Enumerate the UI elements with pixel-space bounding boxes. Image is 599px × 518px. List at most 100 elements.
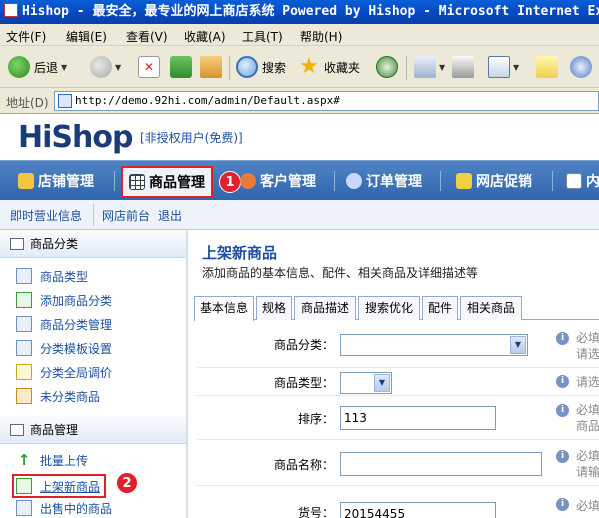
edit-icon <box>16 316 32 332</box>
ie-page-icon <box>4 3 18 17</box>
info-icon: i <box>556 375 569 388</box>
menu-help[interactable]: 帮助(H) <box>300 28 342 45</box>
messenger-icon <box>570 56 592 78</box>
tab-seo[interactable]: 搜索优化 <box>358 296 420 320</box>
menu-view[interactable]: 查看(V) <box>126 28 168 45</box>
tree-icon <box>10 423 24 436</box>
home-button[interactable] <box>200 55 222 79</box>
chevron-down-icon[interactable]: ▼ <box>439 63 445 72</box>
nav-separator <box>334 171 335 191</box>
type-label: 商品类型： <box>273 376 334 390</box>
toolbar-separator <box>406 56 407 80</box>
callout-badge-2: 2 <box>116 472 138 494</box>
form-row-type: 商品类型： ▼ i 请选 <box>196 368 599 396</box>
chevron-down-icon: ▼ <box>374 374 390 392</box>
store-icon <box>18 173 34 189</box>
form-row-name: 商品名称： i 必填 请输 <box>196 440 599 486</box>
sort-label: 排序： <box>297 412 334 426</box>
history-icon <box>376 56 398 78</box>
nav-promotions[interactable]: 网店促销 <box>456 161 532 201</box>
form-row-category: 商品分类： ▼ i 必填 请选 <box>196 322 599 368</box>
sidebar-item-category-management[interactable]: 商品分类管理 <box>16 314 112 334</box>
address-input[interactable]: http://demo.92hi.com/admin/Default.aspx# <box>54 91 599 111</box>
page-title: 上架新商品 <box>202 244 278 262</box>
sidebar-item-add-product[interactable]: 上架新商品 <box>12 474 107 498</box>
edit-button[interactable]: ▼ <box>488 55 519 79</box>
sidebar-item-add-category[interactable]: 添加商品分类 <box>16 290 112 310</box>
category-select[interactable]: ▼ <box>340 334 528 356</box>
back-button[interactable]: 后退 ▼ <box>8 55 67 79</box>
link-logout[interactable]: 退出 <box>158 207 182 224</box>
chevron-down-icon: ▼ <box>510 336 526 354</box>
product-list-icon <box>16 500 32 516</box>
refresh-button[interactable] <box>170 55 192 79</box>
menu-edit[interactable]: 编辑(E) <box>66 28 107 45</box>
nav-customer-management[interactable]: 客户管理 <box>240 161 316 201</box>
code-label: 货号： <box>297 506 334 518</box>
sidebar-item-global-pricing[interactable]: 分类全局调价 <box>16 362 112 382</box>
menu-file[interactable]: 文件(F) <box>6 28 46 45</box>
print-button[interactable] <box>452 55 474 79</box>
chevron-down-icon[interactable]: ▼ <box>513 63 519 72</box>
sidebar-item-on-sale[interactable]: 出售中的商品 <box>16 498 112 518</box>
tab-description[interactable]: 商品描述 <box>294 296 356 320</box>
favorites-button[interactable]: ★ 收藏夹 <box>298 55 360 79</box>
tab-specs[interactable]: 规格 <box>256 296 292 320</box>
up-arrow-icon: ↑ <box>17 451 31 469</box>
tab-accessories[interactable]: 配件 <box>422 296 458 320</box>
sort-input[interactable]: 113 <box>340 406 496 430</box>
sidebar-item-category-template[interactable]: 分类模板设置 <box>16 338 112 358</box>
sidebar-item-uncategorized[interactable]: 未分类商品 <box>16 386 100 406</box>
link-storefront[interactable]: 网店前台 <box>102 207 150 224</box>
nav-content[interactable]: 内 <box>566 161 599 201</box>
tab-related[interactable]: 相关商品 <box>460 296 522 320</box>
sidebar-item-bulk-upload[interactable]: ↑ 批量上传 <box>16 450 88 470</box>
menu-favorites[interactable]: 收藏(A) <box>184 28 226 45</box>
tab-basic-info[interactable]: 基本信息 <box>194 296 254 321</box>
address-url: http://demo.92hi.com/admin/Default.aspx# <box>75 94 340 107</box>
type-select[interactable]: ▼ <box>340 372 392 394</box>
callout-badge-1: 1 <box>219 171 241 193</box>
product-name-input[interactable] <box>340 452 542 476</box>
user-status: [非授权用户(免费)] <box>140 131 243 145</box>
subnav-separator <box>93 204 94 226</box>
product-code-input[interactable]: 20154455 <box>340 502 496 518</box>
box-icon <box>16 388 32 404</box>
form-row-code: 货号： 20154455 i 必填 <box>196 486 599 518</box>
discuss-button[interactable] <box>536 55 558 79</box>
refresh-icon <box>170 56 192 78</box>
page-description: 添加商品的基本信息、配件、相关商品及详细描述等 <box>202 266 479 280</box>
star-icon: ★ <box>299 54 319 79</box>
info-icon: i <box>556 498 569 511</box>
stop-button[interactable]: ✕ <box>138 55 160 79</box>
nav-order-management[interactable]: 订单管理 <box>346 161 422 201</box>
nav-product-management[interactable]: 商品管理 <box>121 166 213 198</box>
history-button[interactable] <box>376 55 398 79</box>
main-nav: 店铺管理 商品管理 1 客户管理 订单管理 网店促销 内 <box>0 160 599 200</box>
link-business-info[interactable]: 即时营业信息 <box>10 207 82 224</box>
home-icon <box>200 56 222 78</box>
order-icon <box>346 173 362 189</box>
forward-button[interactable]: ▼ <box>90 55 121 79</box>
nav-separator <box>440 171 441 191</box>
pricing-icon <box>16 364 32 380</box>
grid-icon <box>129 174 145 190</box>
info-icon: i <box>556 404 569 417</box>
chevron-down-icon[interactable]: ▼ <box>61 63 67 72</box>
category-label: 商品分类： <box>273 338 334 352</box>
nav-store-management[interactable]: 店铺管理 <box>18 161 94 201</box>
nav-separator <box>114 171 115 191</box>
promotion-icon <box>456 173 472 189</box>
edit-page-icon <box>488 56 510 78</box>
sidebar-item-product-type[interactable]: 商品类型 <box>16 266 88 286</box>
hishop-logo: HiShop <box>18 120 133 155</box>
menu-tools[interactable]: 工具(T) <box>242 28 283 45</box>
form-row-sort: 排序： 113 i 必填 商品 <box>196 396 599 440</box>
main-content: 上架新商品 添加商品的基本信息、配件、相关商品及详细描述等 基本信息 规格 商品… <box>190 230 599 518</box>
sidebar-section-category: 商品分类 <box>0 230 186 258</box>
search-button[interactable]: 搜索 <box>236 55 286 79</box>
chevron-down-icon[interactable]: ▼ <box>115 63 121 72</box>
mail-button[interactable]: ▼ <box>414 55 445 79</box>
customer-icon <box>240 173 256 189</box>
messenger-button[interactable] <box>570 55 592 79</box>
